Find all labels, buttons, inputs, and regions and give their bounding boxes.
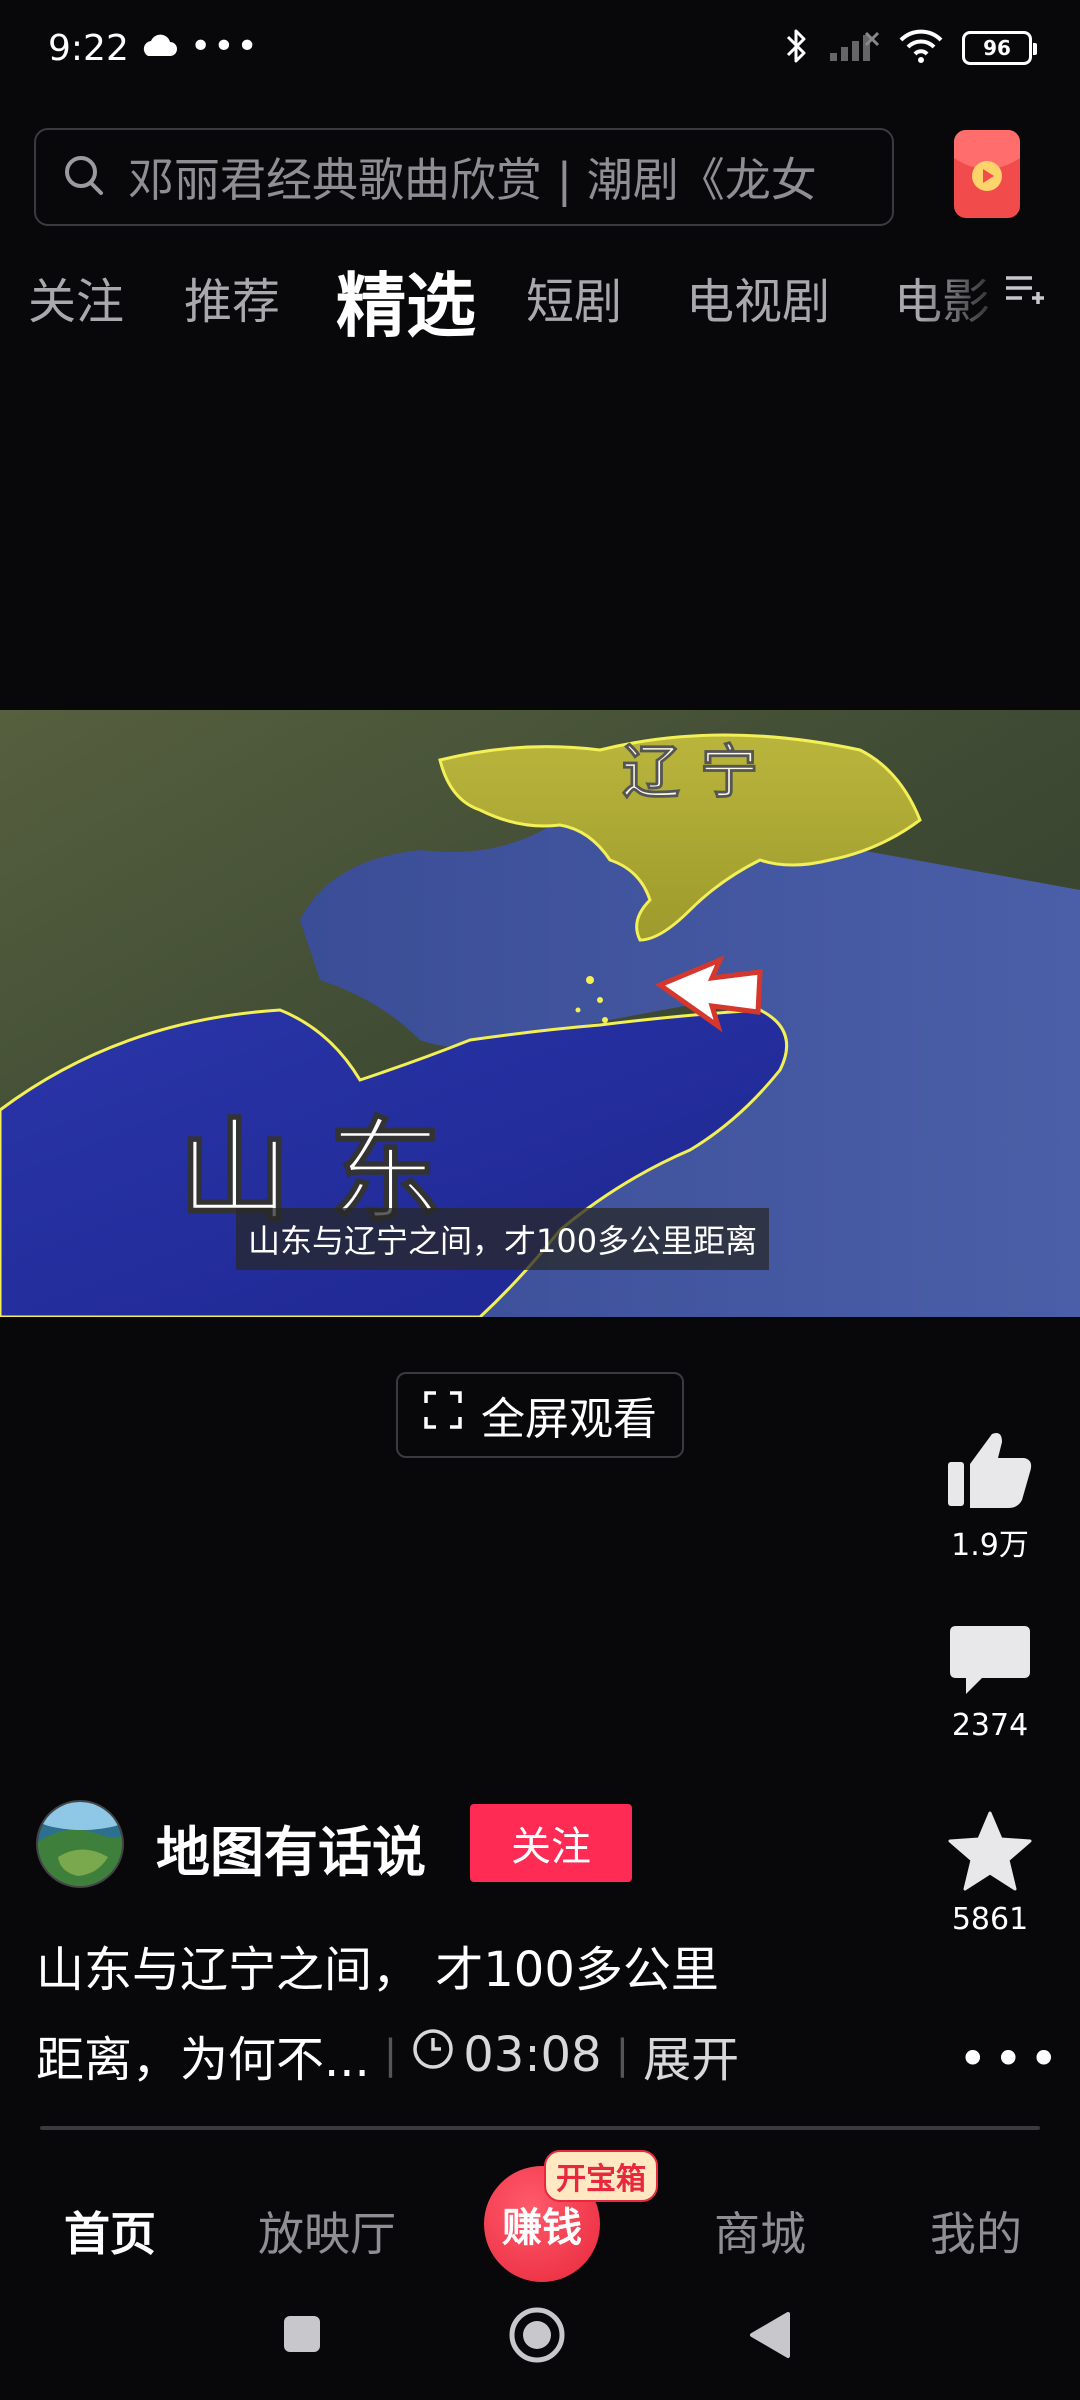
cloud-icon: [138, 34, 178, 62]
fullscreen-button[interactable]: 全屏观看: [396, 1372, 684, 1458]
search-icon: [62, 153, 106, 201]
thumbs-up-icon: [946, 1433, 1034, 1514]
divider: |: [615, 2032, 630, 2078]
signal-icon: [828, 29, 880, 67]
video-description-line1: 山东与辽宁之间， 才100多公里: [36, 1942, 719, 1998]
video-progress-bar[interactable]: [40, 2126, 1040, 2130]
nav-me[interactable]: 我的: [930, 2198, 1022, 2264]
tabs-fade: [920, 250, 1080, 340]
more-notifications-icon: •••: [190, 26, 260, 67]
tab-menu-icon[interactable]: [1002, 268, 1046, 316]
expand-link[interactable]: 展开: [643, 2020, 739, 2090]
comment-count: 2374: [951, 1708, 1029, 1743]
nav-mall[interactable]: 商城: [714, 2198, 806, 2264]
video-description-line2: 距离，为何不... | 03:08 | 展开: [36, 2020, 739, 2090]
like-button[interactable]: 1.9万: [940, 1428, 1040, 1564]
tab-recommend[interactable]: 推荐: [184, 262, 280, 332]
wifi-icon: [898, 28, 944, 68]
status-time: 9:22: [48, 28, 129, 69]
nav-theater[interactable]: 放映厅: [258, 2198, 396, 2264]
red-packet-icon[interactable]: [952, 128, 1022, 220]
channel-tabs: 关注 推荐 精选 短剧 电视剧 电影: [0, 250, 1080, 347]
comment-icon: [948, 1626, 1032, 1702]
bluetooth-icon: [784, 26, 810, 70]
back-icon[interactable]: [748, 2310, 792, 2364]
favorite-button[interactable]: 5861: [940, 1810, 1040, 1937]
author-avatar[interactable]: [36, 1800, 124, 1888]
fullscreen-label: 全屏观看: [481, 1394, 657, 1445]
divider: |: [383, 2032, 398, 2078]
author-name[interactable]: 地图有话说: [156, 1808, 426, 1887]
clock-icon: [411, 2027, 455, 2083]
battery-level: 96: [983, 36, 1011, 60]
duration-text: 03:08: [463, 2027, 602, 2083]
recent-apps-icon[interactable]: [280, 2312, 324, 2360]
comment-button[interactable]: 2374: [940, 1622, 1040, 1743]
follow-button[interactable]: 关注: [470, 1804, 632, 1882]
video-description-line2-text: 距离，为何不...: [36, 2032, 370, 2088]
treasure-box-badge[interactable]: 开宝箱: [544, 2150, 658, 2202]
tab-tv-series[interactable]: 电视剧: [686, 262, 830, 332]
tab-follow[interactable]: 关注: [28, 262, 124, 332]
fullscreen-icon: [423, 1390, 463, 1441]
search-query: 邓丽君经典歌曲欣赏 | 潮剧《龙女: [128, 153, 817, 207]
favorite-count: 5861: [951, 1902, 1029, 1937]
tab-short-drama[interactable]: 短剧: [526, 262, 622, 332]
video-player[interactable]: 辽 宁 山 东 山东与辽宁之间，才100多公里距离: [0, 710, 1080, 1317]
more-options-icon[interactable]: •••: [958, 2030, 1064, 2088]
system-navigation-bar: [0, 2290, 1080, 2380]
video-duration: 03:08: [411, 2027, 602, 2083]
home-icon[interactable]: [508, 2306, 566, 2368]
star-icon: [947, 1811, 1033, 1896]
label-liaoning: 辽 宁: [622, 738, 758, 806]
video-subtitle: 山东与辽宁之间，才100多公里距离: [236, 1208, 770, 1270]
status-bar: 9:22 ••• 96: [0, 0, 1080, 100]
tab-featured[interactable]: 精选: [336, 250, 476, 351]
nav-home[interactable]: 首页: [64, 2198, 156, 2264]
battery-icon: 96: [962, 31, 1037, 65]
like-count: 1.9万: [951, 1528, 1029, 1563]
search-bar[interactable]: 邓丽君经典歌曲欣赏 | 潮剧《龙女: [34, 128, 894, 226]
